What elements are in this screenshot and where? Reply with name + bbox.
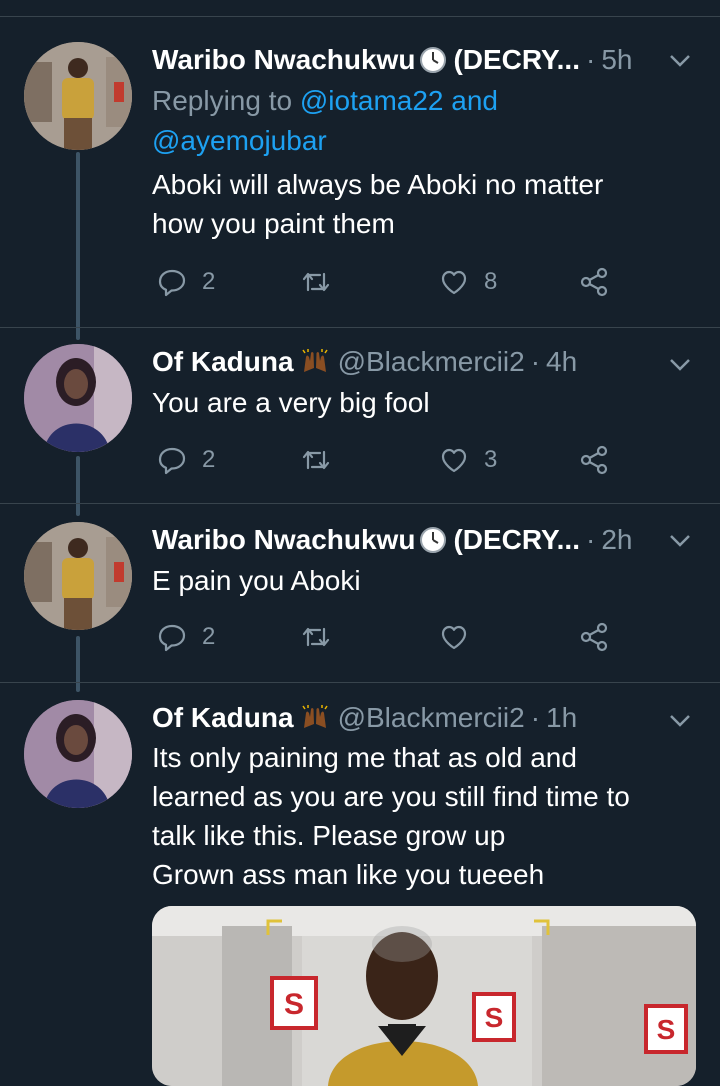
like-count: 3 <box>484 446 498 473</box>
tweet-actions: 2 8 <box>152 262 632 302</box>
tweet-text-line: E pain you Aboki <box>152 565 361 596</box>
heart-icon <box>441 448 467 473</box>
mention-link[interactable]: @iotama22 <box>300 85 444 116</box>
mention-link[interactable]: @ayemojubar <box>152 125 327 156</box>
avatar[interactable] <box>24 700 132 808</box>
chevron-down-icon[interactable] <box>666 526 694 554</box>
chevron-down-icon[interactable] <box>666 706 694 734</box>
tweet-header: Waribo Nwachukwu (DECRY... · 2h <box>152 520 660 560</box>
clock-emoji-icon <box>420 527 447 553</box>
reply-count: 2 <box>202 446 216 473</box>
user-handle[interactable]: @Blackmercii2 <box>338 346 525 378</box>
avatar[interactable] <box>24 344 132 452</box>
tweet-header: Of Kaduna @Blackmercii2 · 1h <box>152 698 660 738</box>
like-button[interactable]: 8 <box>438 262 497 302</box>
display-name[interactable]: Waribo Nwachukwu <box>152 524 415 556</box>
user-handle[interactable]: @Blackmercii2 <box>338 702 525 734</box>
tweet-header: Waribo Nwachukwu (DECRY... · 5h <box>152 40 660 80</box>
tweet-actions: 2 <box>152 617 632 657</box>
svg-text:S: S <box>485 1002 504 1033</box>
tweet-text-line: how you paint them <box>152 208 395 239</box>
replying-prefix: Replying to <box>152 85 300 116</box>
reply-button[interactable]: 2 <box>156 440 215 480</box>
top-divider <box>0 16 720 17</box>
tweet-text-line: You are a very big fool <box>152 387 430 418</box>
tweet-actions: 2 3 <box>152 440 632 480</box>
raised-hands-emoji-icon <box>301 349 328 372</box>
svg-text:S: S <box>284 988 304 1021</box>
reply-icon <box>158 269 186 297</box>
tweet-divider <box>0 503 720 504</box>
display-name-suffix[interactable]: (DECRY... <box>453 44 580 76</box>
reply-button[interactable]: 2 <box>156 617 215 657</box>
display-name[interactable]: Waribo Nwachukwu <box>152 44 415 76</box>
thread-line <box>76 456 80 516</box>
separator-dot: · <box>530 346 541 377</box>
tweet-text-line: Grown ass man like you tueeeh <box>152 859 545 890</box>
tweet-text-line: talk like this. Please grow up <box>152 820 506 851</box>
avatar[interactable] <box>24 522 132 630</box>
share-icon <box>580 267 608 297</box>
tweet-divider <box>0 327 720 328</box>
tweet-divider <box>0 682 720 683</box>
thread-line <box>76 152 80 340</box>
display-name[interactable]: Of Kaduna <box>152 346 294 378</box>
timestamp[interactable]: 2h <box>601 524 632 556</box>
replying-and[interactable]: and <box>443 85 498 116</box>
reply-icon <box>158 624 186 652</box>
share-icon <box>580 622 608 652</box>
retweet-icon <box>302 272 330 292</box>
retweet-icon <box>302 627 330 647</box>
separator-dot: · <box>530 702 541 733</box>
tweet-text: E pain you Aboki <box>152 561 682 600</box>
separator-dot: · <box>585 524 596 555</box>
tweet-image[interactable]: S S S <box>152 906 696 1086</box>
tweet-text: Aboki will always be Aboki no matter how… <box>152 165 682 243</box>
tweet-text-line: Aboki will always be Aboki no matter <box>152 169 604 200</box>
timestamp[interactable]: 5h <box>601 44 632 76</box>
display-name[interactable]: Of Kaduna <box>152 702 294 734</box>
reply-count: 2 <box>202 268 216 295</box>
share-button[interactable] <box>578 262 610 302</box>
avatar[interactable] <box>24 42 132 150</box>
retweet-button[interactable] <box>300 262 346 302</box>
timestamp[interactable]: 4h <box>546 346 577 378</box>
retweet-button[interactable] <box>300 440 346 480</box>
tweet-header: Of Kaduna @Blackmercii2 · 4h <box>152 342 660 382</box>
share-button[interactable] <box>578 617 610 657</box>
chevron-down-icon[interactable] <box>666 46 694 74</box>
heart-icon <box>441 270 467 295</box>
chevron-down-icon[interactable] <box>666 350 694 378</box>
reply-count: 2 <box>202 623 216 650</box>
separator-dot: · <box>585 44 596 75</box>
tweet-text-line: learned as you are you still find time t… <box>152 781 630 812</box>
like-count: 8 <box>484 268 498 295</box>
clock-emoji-icon <box>420 47 447 73</box>
reply-button[interactable]: 2 <box>156 262 215 302</box>
replying-to: Replying to @iotama22 and @ayemojubar <box>152 81 672 161</box>
like-button[interactable] <box>438 617 484 657</box>
display-name-suffix[interactable]: (DECRY... <box>453 524 580 556</box>
share-icon <box>580 445 608 475</box>
heart-icon <box>441 625 467 650</box>
reply-icon <box>158 447 186 475</box>
thread-line <box>76 636 80 692</box>
share-button[interactable] <box>578 440 610 480</box>
timestamp[interactable]: 1h <box>546 702 577 734</box>
tweet-text: Its only paining me that as old and lear… <box>152 738 682 894</box>
tweet-text-line: Its only paining me that as old and <box>152 742 577 773</box>
like-button[interactable]: 3 <box>438 440 497 480</box>
retweet-button[interactable] <box>300 617 346 657</box>
raised-hands-emoji-icon <box>301 705 328 728</box>
tweet-text: You are a very big fool <box>152 383 682 422</box>
svg-text:S: S <box>657 1014 676 1045</box>
retweet-icon <box>302 450 330 470</box>
